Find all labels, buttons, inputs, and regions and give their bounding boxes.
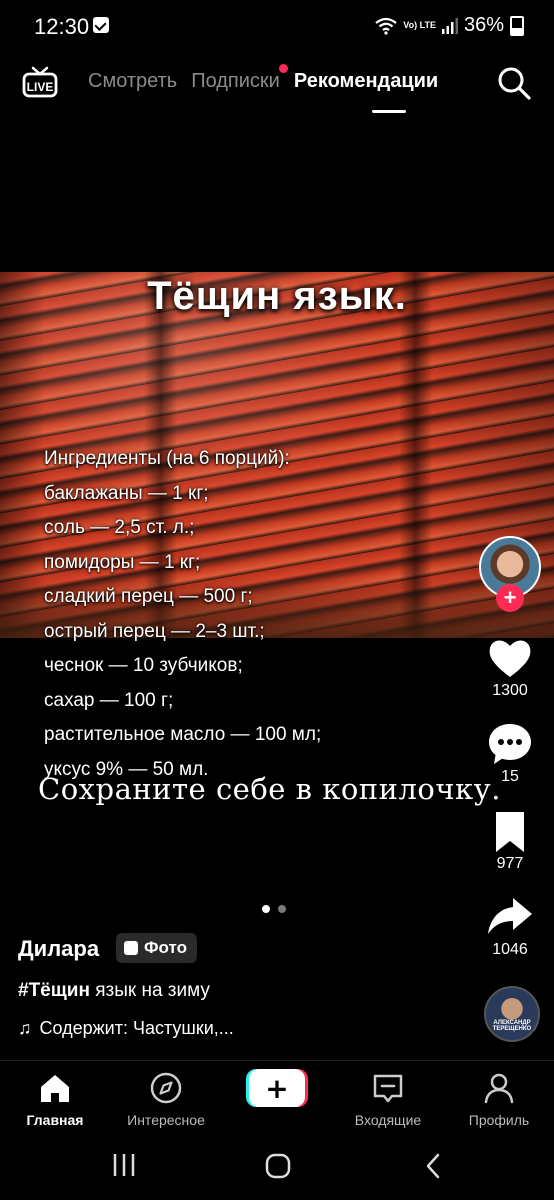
nav-profile[interactable]: Профиль — [444, 1071, 554, 1128]
home-button-icon[interactable] — [264, 1152, 292, 1180]
recents-icon[interactable] — [112, 1152, 136, 1178]
ingredient-line: помидоры — 1 кг; — [44, 551, 201, 573]
bookmark-count: 977 — [496, 855, 524, 872]
ingredient-line: соль — 2,5 ст. л.; — [44, 517, 195, 538]
post-caption[interactable]: #Тёщин язык на зиму — [18, 980, 210, 1002]
notification-check-icon — [93, 17, 109, 33]
nav-discover-label: Интересное — [127, 1112, 205, 1128]
carousel-indicator — [262, 905, 286, 913]
battery-icon — [510, 15, 524, 36]
profile-icon — [484, 1073, 514, 1104]
comment-icon[interactable] — [486, 720, 534, 768]
battery-percent: 36% — [463, 14, 504, 36]
caption-hashtag[interactable]: #Тёщин — [18, 980, 90, 1001]
system-icons: Vo) LTE 36% — [375, 14, 524, 37]
share-count: 1046 — [492, 941, 528, 958]
search-icon[interactable] — [496, 65, 532, 101]
ingredient-line: сладкий перец — 500 г; — [44, 586, 253, 607]
photo-badge: Фото — [116, 933, 197, 963]
save-note: Сохраните себе в копилочку. — [38, 772, 501, 806]
music-row[interactable]: ♫ Содержит: Частушки,... — [18, 1018, 234, 1039]
like-count: 1300 — [492, 682, 528, 699]
share-icon[interactable] — [486, 892, 534, 940]
author-name[interactable]: Дилара — [18, 936, 99, 962]
music-title: Содержит: Частушки,... — [39, 1018, 234, 1038]
nav-discover[interactable]: Интересное — [111, 1071, 221, 1128]
inbox-icon — [373, 1074, 403, 1103]
ingredient-line: растительное масло — 100 мл; — [44, 724, 322, 745]
status-time: 12:30 — [34, 14, 90, 39]
compass-icon — [150, 1072, 182, 1104]
music-note-icon: ♫ — [18, 1018, 32, 1038]
ingredients-header: Ингредиенты (на 6 порций): — [44, 448, 290, 469]
nav-inbox[interactable]: Входящие — [333, 1071, 443, 1128]
bookmark-icon[interactable] — [486, 808, 534, 856]
tab-following[interactable]: Подписки — [191, 64, 288, 93]
caption-text: язык на зиму — [89, 980, 210, 1001]
heart-icon[interactable] — [486, 634, 534, 682]
nav-home[interactable]: Главная — [0, 1071, 110, 1128]
wifi-icon — [375, 17, 397, 35]
carousel-dot — [278, 905, 286, 913]
nav-home-label: Главная — [26, 1112, 84, 1128]
music-avatar-text: АЛЕКСАНДР ТЕРЕЩЕНКО — [492, 1020, 532, 1032]
music-disc-avatar[interactable]: АЛЕКСАНДР ТЕРЕЩЕНКО — [484, 986, 540, 1042]
active-tab-indicator — [372, 110, 406, 113]
status-bar: 12:30 Vo) LTE 36% — [0, 0, 554, 54]
live-label: LIVE — [27, 80, 54, 94]
home-icon — [41, 1075, 69, 1102]
create-plus-icon: + — [265, 1072, 288, 1105]
volte-label: Vo) LTE — [403, 20, 436, 30]
system-nav-bar — [0, 1130, 554, 1200]
nav-inbox-label: Входящие — [354, 1112, 422, 1128]
new-content-dot — [278, 64, 288, 73]
photo-icon — [124, 941, 138, 955]
create-button[interactable]: + — [246, 1068, 308, 1108]
carousel-dot-active — [262, 905, 270, 913]
tab-following-label: Подписки — [191, 70, 280, 92]
back-icon[interactable] — [424, 1152, 442, 1180]
feed-tabs: Смотреть Подписки Рекомендации — [88, 64, 438, 93]
ingredient-line: острый перец — 2–3 шт.; — [44, 620, 265, 642]
ingredient-line: чеснок — 10 зубчиков; — [44, 655, 243, 676]
follow-button[interactable]: + — [496, 584, 524, 612]
tab-for-you[interactable]: Рекомендации — [294, 70, 438, 93]
live-tv-icon[interactable]: LIVE — [22, 66, 58, 98]
signal-icon — [441, 17, 458, 34]
photo-title: Тёщин язык. — [147, 274, 407, 318]
ingredient-line: баклажаны — 1 кг; — [44, 482, 209, 504]
photo-badge-label: Фото — [144, 938, 187, 957]
ingredients-list: Ингредиенты (на 6 порций): баклажаны — 1… — [44, 442, 321, 787]
ingredient-line: сахар — 100 г; — [44, 689, 174, 711]
comment-count: 15 — [501, 768, 519, 785]
tab-watch[interactable]: Смотреть — [88, 70, 177, 93]
nav-profile-label: Профиль — [468, 1112, 530, 1128]
